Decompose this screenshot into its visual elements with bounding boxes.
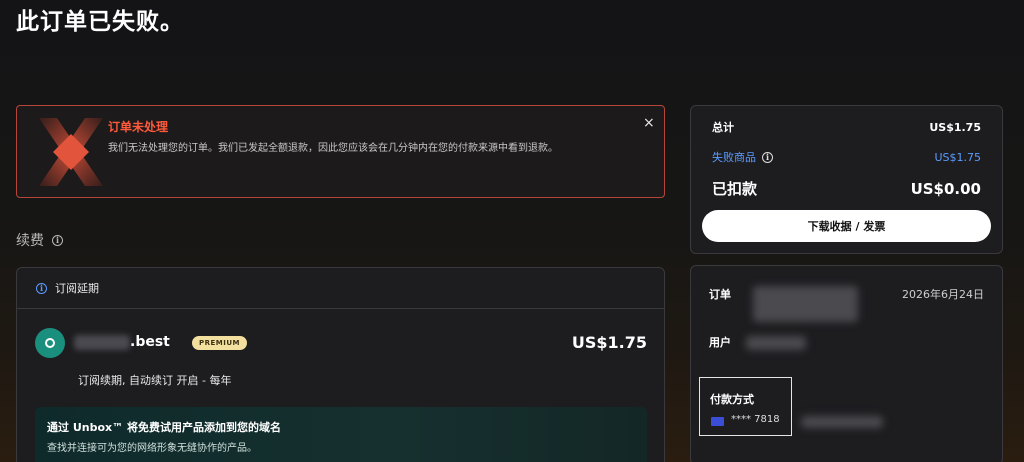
redacted-domain-name (74, 335, 130, 350)
failed-items-value: US$1.75 (934, 150, 981, 164)
domain-row: .best PREMIUM US$1.75 (35, 328, 647, 358)
renewal-info: 订阅续期, 自动续订 开启 - 每年 (78, 374, 232, 387)
charged-row: 已扣款 US$0.00 (712, 178, 981, 199)
info-icon: i (36, 282, 47, 294)
error-x-icon (39, 118, 103, 186)
order-details-panel: 订单 2026年6月24日 用户 付款方式 **** 7818 (690, 265, 1003, 462)
redacted-user (746, 336, 806, 350)
info-icon[interactable]: i (762, 151, 773, 163)
charged-label: 已扣款 (712, 180, 758, 198)
payment-method-label: 付款方式 (710, 393, 754, 406)
user-label: 用户 (709, 336, 731, 349)
total-row: 总计 US$1.75 (712, 119, 981, 135)
renewal-section-label: 续费 i (16, 230, 63, 250)
redacted-order-number (753, 286, 858, 322)
domain-logo-icon (35, 328, 65, 358)
page-title: 此订单已失败。 (16, 9, 184, 35)
credit-card-icon (711, 417, 724, 426)
failed-items-link-wrap: 失败商品 i (712, 149, 773, 165)
card-header-label: 订阅延期 (55, 282, 99, 295)
domain-suffix: .best (130, 334, 170, 350)
order-date: 2026年6月24日 (902, 288, 984, 301)
failed-items-link[interactable]: 失败商品 (712, 149, 756, 165)
card-number: **** 7818 (731, 414, 780, 425)
charged-value: US$0.00 (910, 179, 981, 198)
alert-title: 订单未处理 (108, 120, 169, 134)
order-summary-panel: 总计 US$1.75 失败商品 i US$1.75 已扣款 US$0.00 下载… (690, 105, 1003, 254)
failed-items-row: 失败商品 i US$1.75 (712, 149, 981, 165)
payment-method-box: 付款方式 **** 7818 (699, 377, 792, 436)
unbox-promo-banner[interactable]: 通过 Unbox™ 将免费试用产品添加到您的域名 查找并连接可为您的网络形象无缝… (35, 407, 647, 462)
alert-message: 我们无法处理您的订单。我们已发起全额退款，因此您应该会在几分钟内在您的付款来源中… (108, 143, 558, 154)
total-value: US$1.75 (929, 120, 981, 134)
premium-badge: PREMIUM (192, 336, 248, 350)
close-icon[interactable]: × (643, 115, 655, 131)
order-failed-alert: 订单未处理 我们无法处理您的订单。我们已发起全额退款，因此您应该会在几分钟内在您… (16, 105, 665, 198)
total-label: 总计 (712, 121, 734, 134)
download-receipt-button[interactable]: 下载收据 / 发票 (702, 210, 991, 242)
promo-title: 通过 Unbox™ 将免费试用产品添加到您的域名 (47, 421, 281, 434)
item-price: US$1.75 (571, 333, 647, 352)
info-icon[interactable]: i (52, 234, 63, 246)
redacted-card-detail (801, 416, 883, 428)
promo-subtitle: 查找并连接可为您的网络形象无缝协作的产品。 (47, 443, 257, 454)
renewal-label: 续费 (16, 233, 44, 249)
order-label: 订单 (709, 288, 731, 301)
renewal-card: i 订阅延期 .best PREMIUM US$1.75 订阅续期, 自动续订 … (16, 267, 665, 462)
card-header: i 订阅延期 (17, 268, 664, 309)
